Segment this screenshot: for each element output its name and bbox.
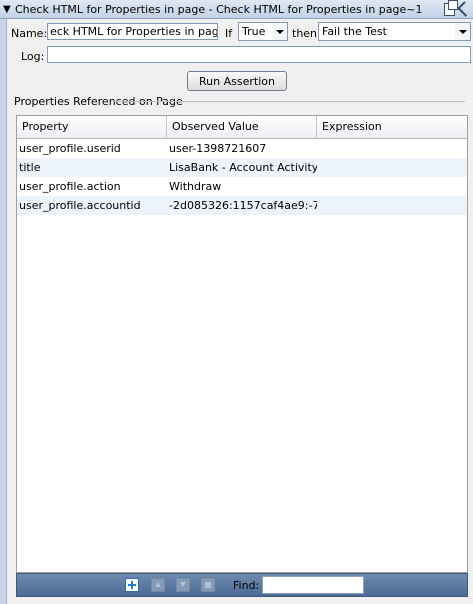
panel-title: Check HTML for Properties in page - Chec… bbox=[15, 2, 423, 16]
property-cell: user_profile.accountid bbox=[19, 199, 141, 212]
chevron-down-icon[interactable] bbox=[455, 23, 470, 40]
move-up-icon[interactable] bbox=[151, 578, 165, 592]
properties-table: Property Observed Value Expression user_… bbox=[16, 115, 468, 573]
restore-window-icon[interactable] bbox=[444, 0, 458, 16]
table-row[interactable]: user_profile.accountid -2d085326:1157caf… bbox=[17, 196, 467, 215]
name-label: Name: bbox=[11, 27, 48, 40]
property-cell: user_profile.action bbox=[19, 180, 121, 193]
move-down-icon[interactable] bbox=[176, 578, 190, 592]
observed-value-cell: LisaBank - Account Activity bbox=[169, 161, 317, 174]
property-cell: title bbox=[19, 161, 41, 174]
log-label: Log: bbox=[21, 50, 45, 63]
table-row[interactable]: user_profile.action Withdraw bbox=[17, 177, 467, 196]
table-row[interactable]: user_profile.userid user-1398721607 bbox=[17, 139, 467, 158]
condition-dropdown[interactable]: True bbox=[238, 22, 288, 41]
pin-window-icon[interactable] bbox=[457, 1, 473, 17]
delete-icon[interactable] bbox=[201, 578, 215, 592]
if-label: If bbox=[225, 27, 233, 40]
panel-titlebar: ▼ Check HTML for Properties in page - Ch… bbox=[0, 0, 473, 19]
column-header-property[interactable]: Property bbox=[17, 116, 167, 138]
assertion-panel: ▼ Check HTML for Properties in page - Ch… bbox=[0, 0, 473, 604]
find-label: Find: bbox=[233, 579, 260, 592]
run-assertion-button[interactable]: Run Assertion bbox=[187, 71, 287, 91]
property-cell: user_profile.userid bbox=[19, 142, 121, 155]
column-header-observed-value[interactable]: Observed Value bbox=[167, 116, 317, 138]
observed-value-cell: -2d085326:1157caf4ae9:-7fff bbox=[169, 199, 317, 212]
action-dropdown[interactable]: Fail the Test bbox=[318, 22, 471, 41]
chevron-down-icon[interactable] bbox=[272, 23, 287, 40]
action-value: Fail the Test bbox=[322, 25, 387, 38]
then-label: then bbox=[292, 27, 318, 40]
collapse-triangle-icon[interactable]: ▼ bbox=[3, 4, 15, 15]
window-buttons bbox=[444, 0, 473, 17]
observed-value-cell: Withdraw bbox=[169, 180, 222, 193]
section-divider bbox=[114, 101, 465, 102]
table-header: Property Observed Value Expression bbox=[17, 116, 467, 139]
name-field[interactable]: eck HTML for Properties in page~1 bbox=[47, 23, 218, 40]
find-input[interactable] bbox=[262, 576, 364, 594]
observed-value-cell: user-1398721607 bbox=[169, 142, 267, 155]
condition-value: True bbox=[242, 25, 266, 38]
column-header-expression[interactable]: Expression bbox=[317, 116, 467, 138]
left-border bbox=[0, 18, 7, 604]
table-row[interactable]: title LisaBank - Account Activity bbox=[17, 158, 467, 177]
log-field[interactable] bbox=[47, 46, 471, 63]
table-toolbar: Find: bbox=[16, 573, 468, 597]
add-icon[interactable] bbox=[125, 578, 139, 592]
